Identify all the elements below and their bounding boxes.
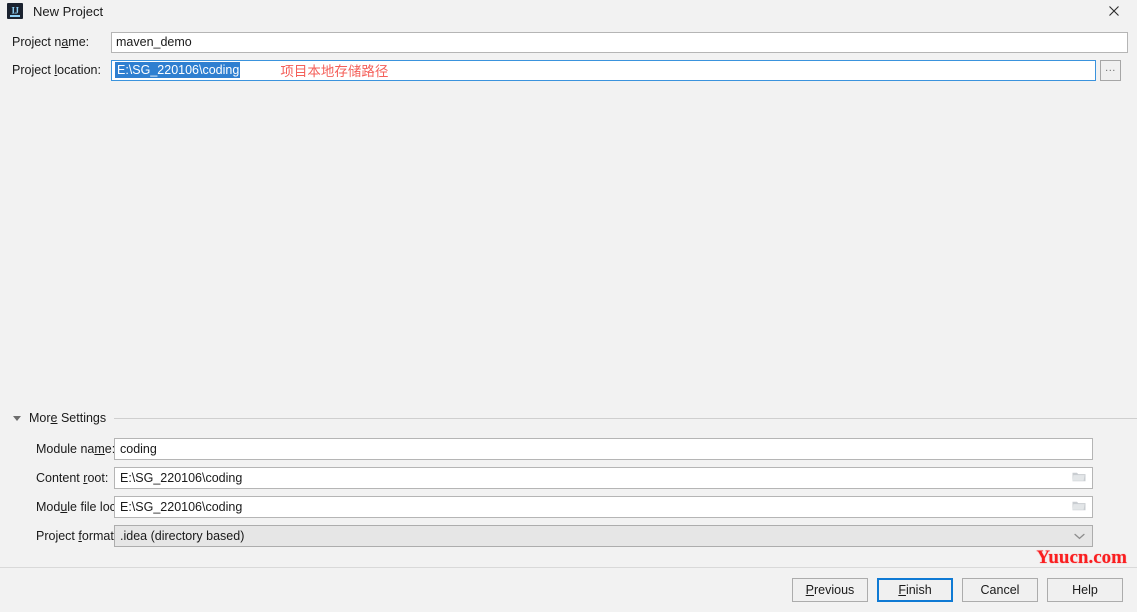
module-file-location-value: E:\SG_220106\coding: [120, 500, 243, 514]
content-root-label: Content root:: [36, 471, 109, 485]
project-format-label: Project format:: [36, 529, 118, 543]
module-name-label: Module name:: [36, 442, 116, 456]
cancel-button[interactable]: Cancel: [962, 578, 1038, 602]
module-name-row: Module name: coding: [0, 438, 1137, 460]
close-icon[interactable]: [1091, 0, 1137, 22]
more-settings-header[interactable]: More Settings: [0, 410, 1137, 426]
project-name-input[interactable]: maven_demo: [111, 31, 1128, 53]
clipped-bottom-content: ​: [0, 608, 1137, 612]
project-location-value: E:\SG_220106\coding: [115, 62, 241, 78]
ellipsis-icon: ...: [1105, 61, 1116, 74]
project-name-row: Project name: maven_demo: [0, 31, 1137, 53]
project-format-select[interactable]: .idea (directory based): [114, 525, 1093, 547]
more-settings-panel: Module name: coding Content root: E:\SG_…: [0, 426, 1137, 547]
project-location-input[interactable]: E:\SG_220106\coding 项目本地存储路径: [111, 59, 1096, 81]
project-name-value: maven_demo: [116, 35, 192, 49]
more-settings-divider: [114, 417, 1137, 419]
module-file-location-label: Module file location:: [36, 500, 147, 514]
top-form: Project name: maven_demo Project locatio…: [0, 22, 1137, 81]
project-location-label: Project location:: [12, 63, 101, 77]
content-root-row: Content root: E:\SG_220106\coding: [0, 467, 1137, 489]
previous-button[interactable]: Previous: [792, 578, 868, 602]
folder-icon[interactable]: [1072, 471, 1086, 486]
module-name-value: coding: [120, 442, 157, 456]
help-button[interactable]: Help: [1047, 578, 1123, 602]
window-title: New Project: [33, 3, 104, 19]
site-watermark: Yuucn.com: [1036, 547, 1127, 568]
more-settings-label: More Settings: [29, 411, 107, 425]
project-format-row: Project format: .idea (directory based): [0, 525, 1137, 547]
dialog-empty-area: [0, 87, 1137, 410]
intellij-idea-logo-icon: IJ: [7, 3, 23, 19]
annotation-text: 项目本地存储路径: [280, 64, 389, 80]
project-location-row: Project location: E:\SG_220106\coding 项目…: [0, 59, 1137, 81]
folder-icon[interactable]: [1072, 500, 1086, 515]
project-format-value: .idea (directory based): [120, 529, 245, 543]
dialog-button-bar: Previous Finish Cancel Help: [0, 567, 1137, 612]
module-file-location-row: Module file location: E:\SG_220106\codin…: [0, 496, 1137, 518]
project-name-label: Project name:: [12, 35, 90, 49]
module-file-location-input[interactable]: E:\SG_220106\coding: [114, 496, 1093, 518]
triangle-down-icon[interactable]: [13, 415, 21, 421]
window-titlebar: IJ New Project: [0, 0, 1137, 22]
chevron-down-icon[interactable]: [1074, 529, 1085, 543]
project-location-browse-button[interactable]: ...: [1100, 59, 1121, 81]
module-name-input[interactable]: coding: [114, 438, 1093, 460]
content-root-value: E:\SG_220106\coding: [120, 471, 243, 485]
content-root-input[interactable]: E:\SG_220106\coding: [114, 467, 1093, 489]
finish-button[interactable]: Finish: [877, 578, 953, 602]
